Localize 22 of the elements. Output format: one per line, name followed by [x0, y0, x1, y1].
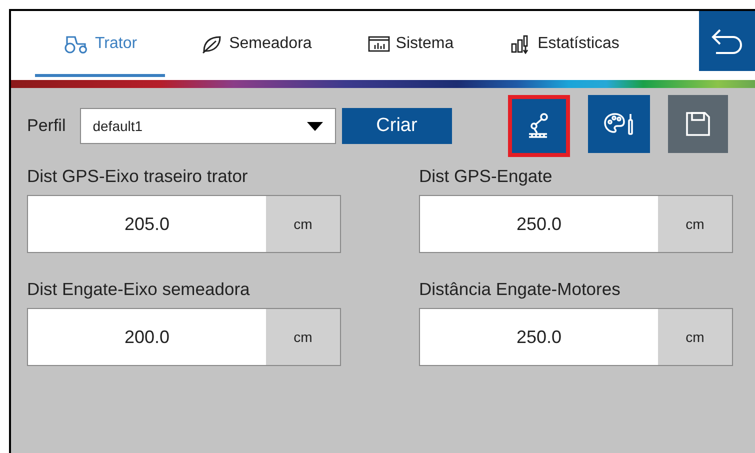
back-icon: [710, 27, 744, 55]
tab[interactable]: Sistema: [348, 13, 474, 77]
field-label: Dist GPS-Engate: [419, 166, 554, 187]
tool-button[interactable]: [508, 95, 570, 157]
tab[interactable]: Semeadora: [181, 13, 332, 77]
tractor-icon: [63, 34, 89, 54]
profile-label: Perfil: [27, 116, 66, 136]
field-label: Distância Engate-Motores: [419, 279, 622, 300]
caret-icon: [306, 122, 323, 130]
tool-button[interactable]: [588, 95, 650, 153]
panel-icon: [368, 34, 390, 52]
save-icon: [684, 111, 711, 137]
tool-button[interactable]: [668, 95, 728, 153]
create-button[interactable]: Criar: [342, 108, 452, 144]
tab[interactable]: Trator: [35, 13, 166, 77]
field-label: Dist Engate-Eixo semeadora: [27, 279, 251, 300]
leaf-icon: [201, 34, 224, 54]
tab[interactable]: Estatísticas: [490, 13, 640, 77]
back-button[interactable]: [699, 11, 755, 71]
palette-icon: [602, 111, 635, 137]
field-label: Dist GPS-Eixo traseiro trator: [27, 166, 249, 187]
profile-dropdown[interactable]: default1: [80, 108, 336, 144]
